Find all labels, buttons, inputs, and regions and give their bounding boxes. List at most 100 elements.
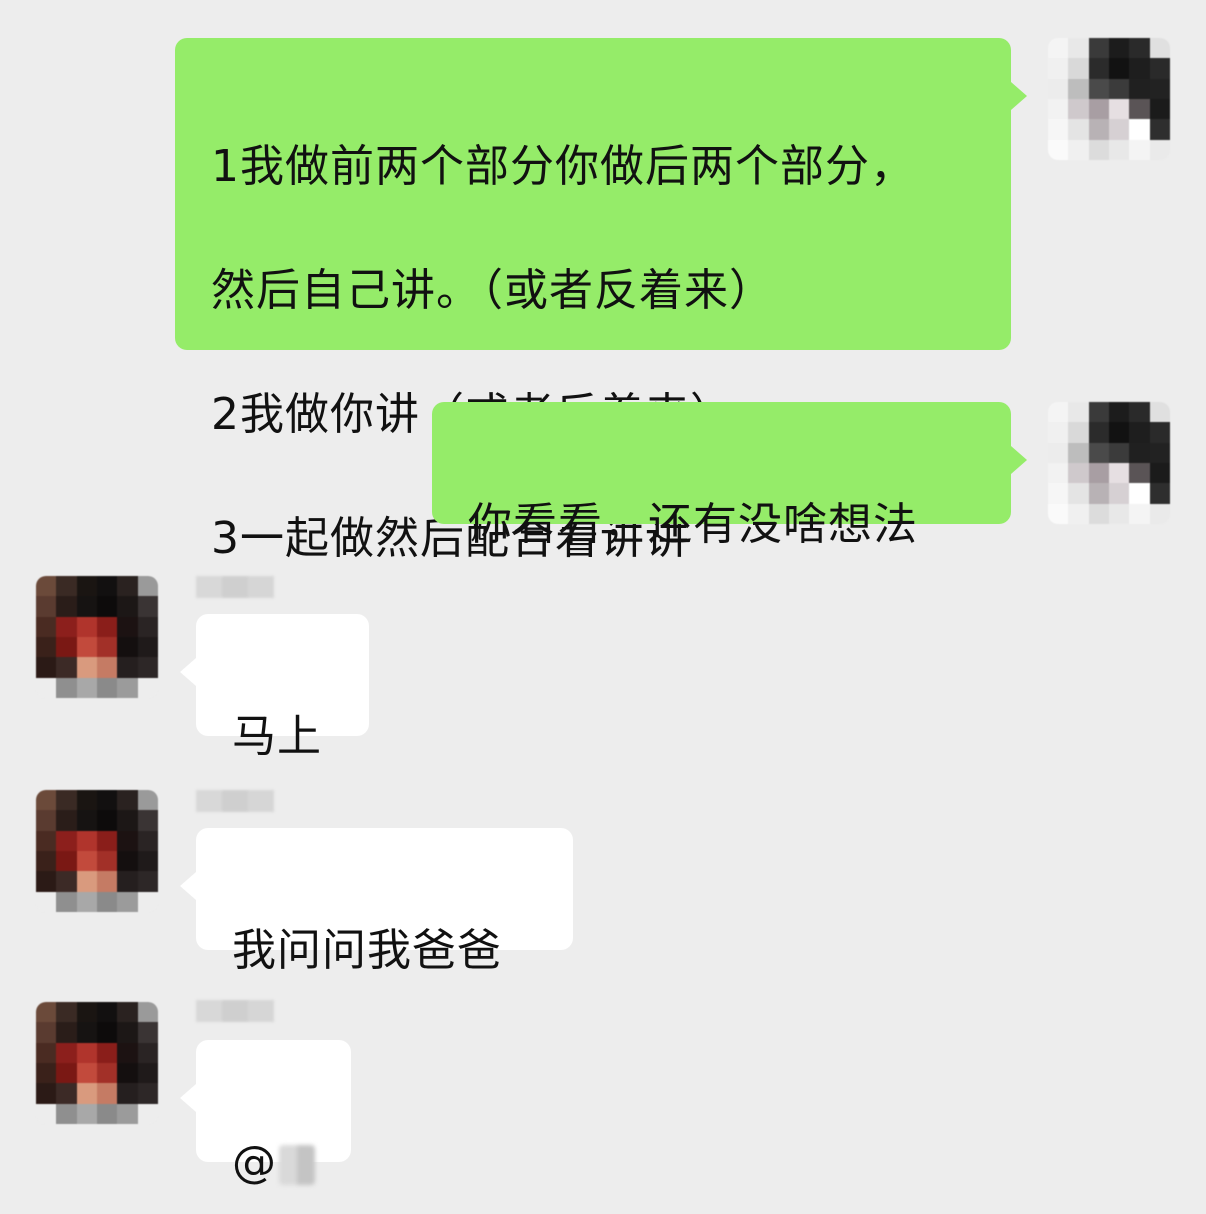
my-avatar[interactable]	[1048, 38, 1170, 160]
avatar-pixel	[137, 677, 158, 698]
avatar-pixel	[1068, 58, 1089, 79]
message-text: 你看看，还有没啥想法	[468, 499, 918, 550]
avatar-pixel	[1109, 402, 1130, 423]
avatar-pixel	[117, 871, 138, 892]
avatar-pixel	[117, 677, 138, 698]
avatar-pixel	[137, 871, 158, 892]
avatar-pixel	[36, 616, 57, 637]
avatar-pixel	[1129, 402, 1150, 423]
avatar-pixel	[97, 1042, 118, 1063]
avatar-pixel	[137, 1103, 158, 1124]
avatar-pixel	[56, 1042, 77, 1063]
avatar-pixel	[56, 1083, 77, 1104]
my-avatar[interactable]	[1048, 402, 1170, 524]
avatar-pixel	[1088, 422, 1109, 443]
avatar-pixel	[56, 657, 77, 678]
message-bubble-outgoing[interactable]: 1我做前两个部分你做后两个部分， 然后自己讲。（或者反着来） 2我做你讲（或者反…	[175, 38, 1027, 564]
avatar-pixel	[76, 596, 97, 617]
avatar-pixel	[56, 637, 77, 658]
avatar-pixel	[1048, 422, 1069, 443]
avatar-pixel	[117, 1103, 138, 1124]
avatar-pixel	[117, 576, 138, 597]
avatar-pixel	[137, 576, 158, 597]
avatar-pixel	[56, 616, 77, 637]
avatar-pixel	[1149, 78, 1170, 99]
avatar-pixel	[76, 1002, 97, 1023]
avatar-pixel	[1129, 99, 1150, 120]
avatar-pixel	[117, 851, 138, 872]
avatar-pixel	[117, 891, 138, 912]
contact-avatar[interactable]	[36, 576, 158, 698]
avatar-pixel	[56, 576, 77, 597]
avatar-pixel	[1048, 503, 1069, 524]
avatar-pixel	[1048, 483, 1069, 504]
avatar-pixel	[76, 677, 97, 698]
message-bubble-incoming[interactable]: 我问问我爸爸	[180, 828, 573, 976]
message-bubble-outgoing[interactable]: 你看看，还有没啥想法	[432, 402, 1027, 550]
avatar-pixel	[56, 596, 77, 617]
avatar-pixel	[1068, 78, 1089, 99]
avatar-pixel	[76, 810, 97, 831]
avatar-pixel	[56, 810, 77, 831]
avatar-pixel	[137, 851, 158, 872]
avatar-pixel	[117, 1042, 138, 1063]
avatar-pixel	[1048, 463, 1069, 484]
avatar-pixel	[36, 891, 57, 912]
avatar-pixel	[1149, 402, 1170, 423]
message-line: 然后自己讲。（或者反着来）	[211, 265, 774, 316]
avatar-pixel	[1088, 139, 1109, 160]
avatar-pixel	[97, 677, 118, 698]
avatar-pixel	[76, 616, 97, 637]
avatar-pixel	[1088, 99, 1109, 120]
avatar-pixel	[76, 576, 97, 597]
avatar-pixel	[1109, 119, 1130, 140]
avatar-pixel	[117, 790, 138, 811]
avatar-pixel	[56, 851, 77, 872]
avatar-pixel	[117, 1083, 138, 1104]
message-text: 马上	[232, 711, 322, 762]
avatar-pixel	[1048, 78, 1069, 99]
avatar-pixel	[1048, 58, 1069, 79]
avatar-pixel	[137, 657, 158, 678]
avatar-pixel	[137, 1063, 158, 1084]
avatar-pixel	[56, 677, 77, 698]
message-bubble-incoming[interactable]: 马上	[180, 614, 369, 762]
avatar-pixel	[97, 637, 118, 658]
contact-avatar[interactable]	[36, 1002, 158, 1124]
avatar-pixel	[137, 1042, 158, 1063]
avatar-pixel	[97, 1002, 118, 1023]
avatar-pixel	[137, 616, 158, 637]
avatar-pixel	[76, 1042, 97, 1063]
avatar-pixel	[1109, 422, 1130, 443]
avatar-pixel	[117, 810, 138, 831]
avatar-pixel	[1109, 463, 1130, 484]
message-bubble-incoming[interactable]: @	[180, 1040, 351, 1188]
avatar-pixel	[1088, 58, 1109, 79]
avatar-pixel	[36, 1103, 57, 1124]
contact-avatar[interactable]	[36, 790, 158, 912]
avatar-pixel	[1068, 139, 1089, 160]
avatar-pixel	[1149, 503, 1170, 524]
avatar-pixel	[137, 1022, 158, 1043]
avatar-pixel	[1068, 463, 1089, 484]
avatar-pixel	[97, 871, 118, 892]
avatar-pixel	[1068, 503, 1089, 524]
avatar-pixel	[76, 871, 97, 892]
avatar-pixel	[1048, 442, 1069, 463]
avatar-pixel	[1149, 58, 1170, 79]
avatar-pixel	[1068, 99, 1089, 120]
avatar-pixel	[1088, 78, 1109, 99]
avatar-pixel	[36, 1022, 57, 1043]
avatar-pixel	[1129, 503, 1150, 524]
avatar-pixel	[76, 891, 97, 912]
avatar-pixel	[117, 596, 138, 617]
avatar-pixel	[1068, 119, 1089, 140]
avatar-pixel	[36, 810, 57, 831]
avatar-pixel	[117, 637, 138, 658]
avatar-pixel	[97, 891, 118, 912]
sender-name-redacted	[196, 1000, 274, 1022]
avatar-pixel	[137, 790, 158, 811]
avatar-pixel	[1129, 442, 1150, 463]
avatar-pixel	[117, 616, 138, 637]
avatar-pixel	[56, 1063, 77, 1084]
